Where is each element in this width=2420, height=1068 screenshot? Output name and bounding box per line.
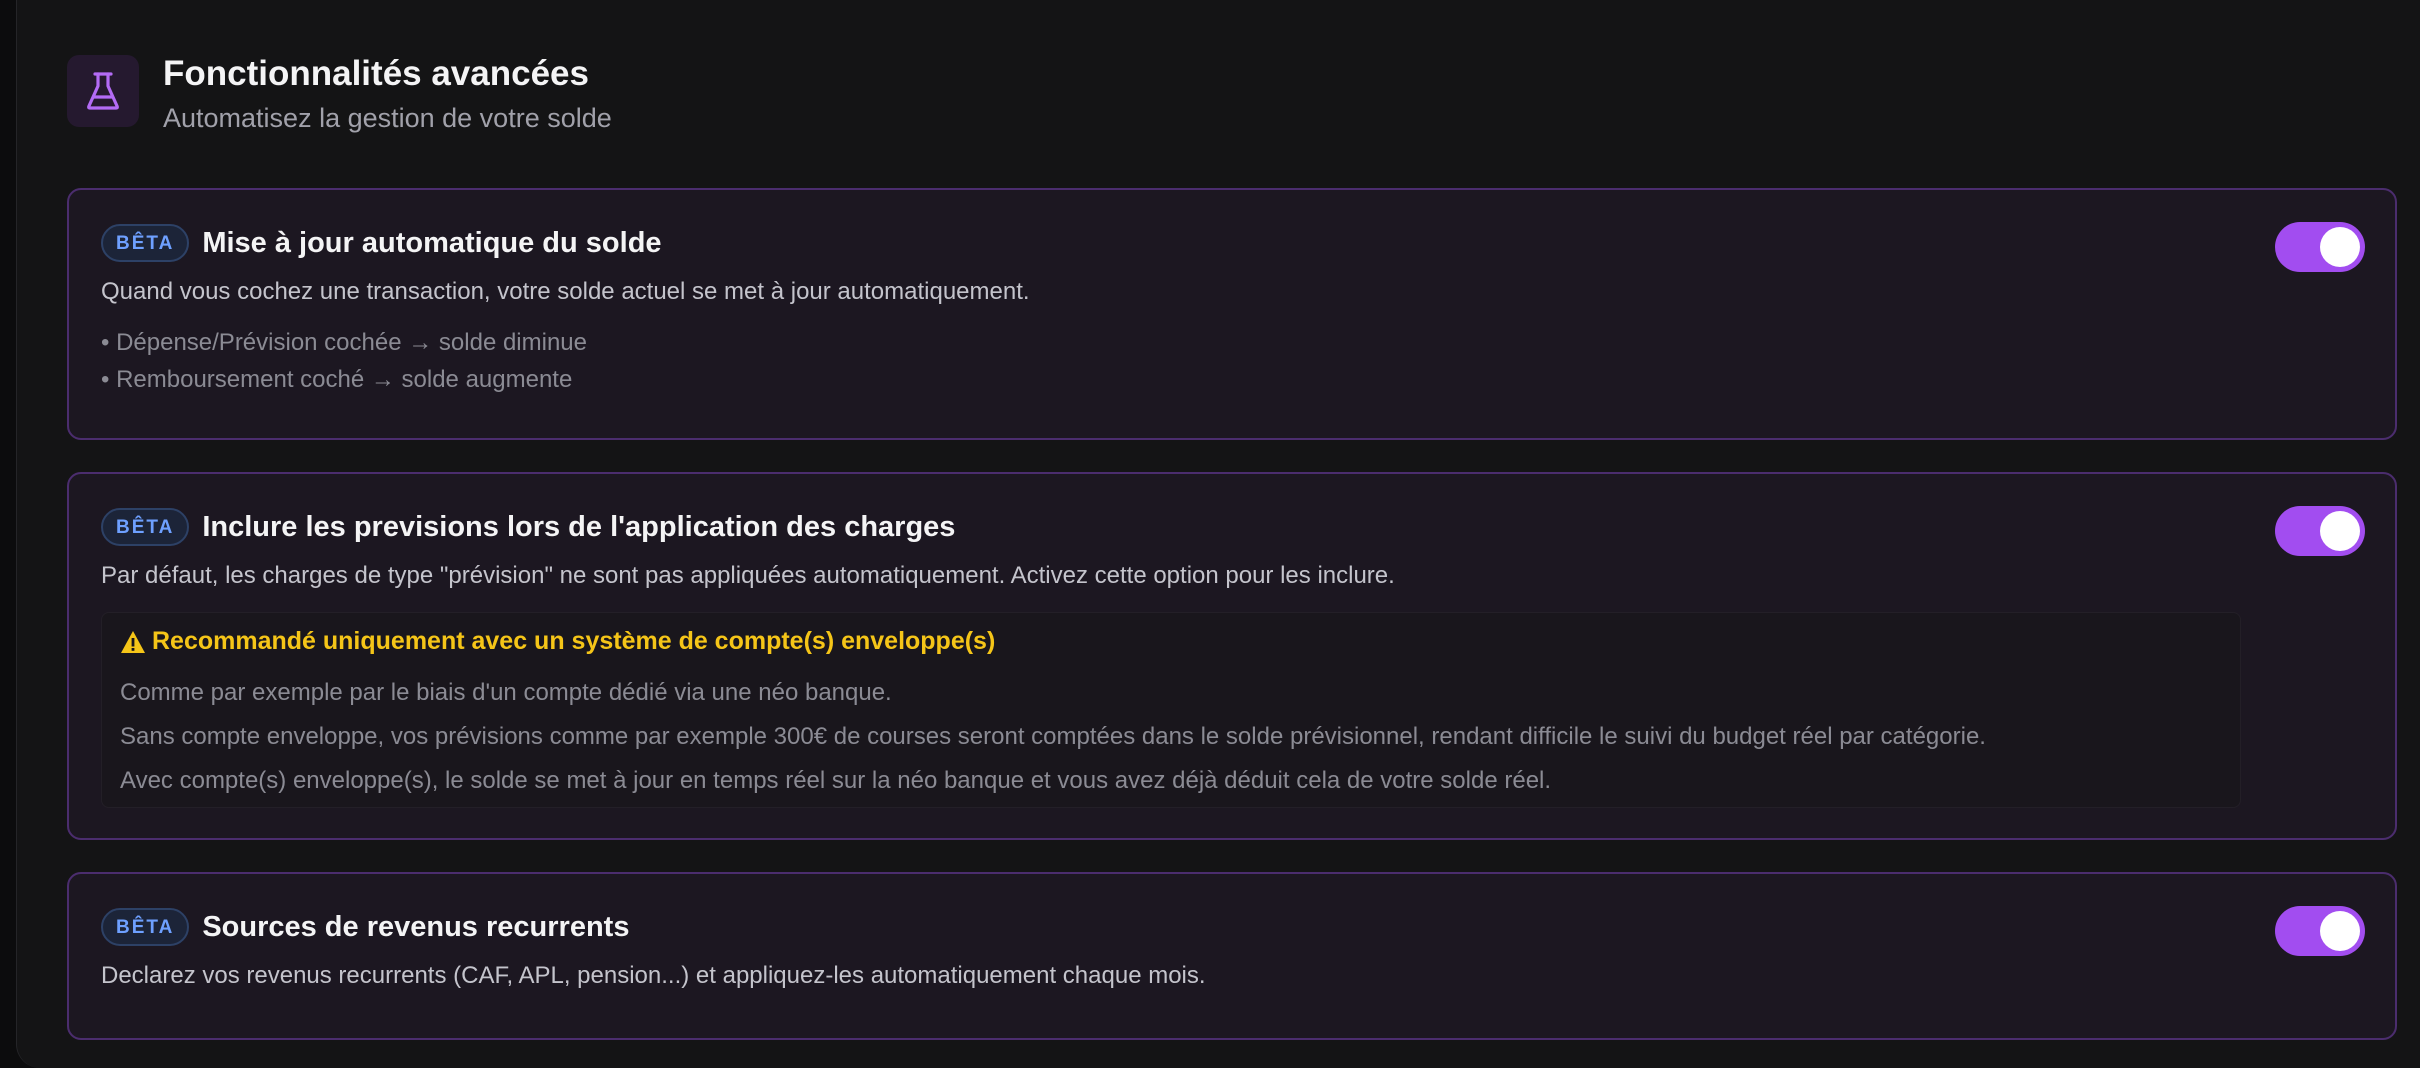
page-subtitle: Automatisez la gestion de votre solde	[163, 103, 612, 133]
feature-description: Par défaut, les charges de type "prévisi…	[101, 562, 1395, 589]
feature-card-auto-balance: BÊTA Mise à jour automatique du solde Qu…	[67, 188, 2397, 440]
auto-balance-toggle[interactable]	[2275, 222, 2365, 272]
feature-description: Declarez vos revenus recurrents (CAF, AP…	[101, 962, 1206, 989]
beta-badge: BÊTA	[101, 224, 190, 262]
settings-panel: Fonctionnalités avancées Automatisez la …	[16, 0, 2420, 1068]
include-forecasts-toggle[interactable]	[2275, 506, 2365, 556]
feature-card-recurring-income: BÊTA Sources de revenus recurrents Decla…	[67, 872, 2397, 1040]
beta-badge: BÊTA	[101, 508, 190, 546]
warning-box: Recommandé uniquement avec un système de…	[101, 612, 2241, 808]
feature-description: Quand vous cochez une transaction, votre…	[101, 278, 1030, 305]
feature-bullets: • Dépense/Prévision cochée → solde dimin…	[101, 324, 587, 398]
toggle-knob	[2320, 227, 2360, 267]
feature-card-include-forecasts: BÊTA Inclure les previsions lors de l'ap…	[67, 472, 2397, 840]
warning-line: Comme par exemple par le biais d'un comp…	[120, 679, 892, 706]
toggle-knob	[2320, 911, 2360, 951]
warning-icon	[121, 630, 145, 653]
bullet-item: • Remboursement coché → solde augmente	[101, 366, 573, 393]
warning-line: Sans compte enveloppe, vos prévisions co…	[120, 723, 1986, 750]
flask-icon	[67, 55, 139, 127]
beta-badge: BÊTA	[101, 908, 190, 946]
toggle-knob	[2320, 511, 2360, 551]
page-title: Fonctionnalités avancées	[163, 54, 589, 93]
feature-title: Inclure les previsions lors de l'applica…	[202, 510, 956, 543]
bullet-item: • Dépense/Prévision cochée → solde dimin…	[101, 329, 587, 356]
warning-title: Recommandé uniquement avec un système de…	[152, 627, 996, 655]
feature-title: Mise à jour automatique du solde	[202, 226, 662, 259]
warning-line: Avec compte(s) enveloppe(s), le solde se…	[120, 767, 1552, 794]
recurring-income-toggle[interactable]	[2275, 906, 2365, 956]
feature-title: Sources de revenus recurrents	[202, 910, 630, 943]
